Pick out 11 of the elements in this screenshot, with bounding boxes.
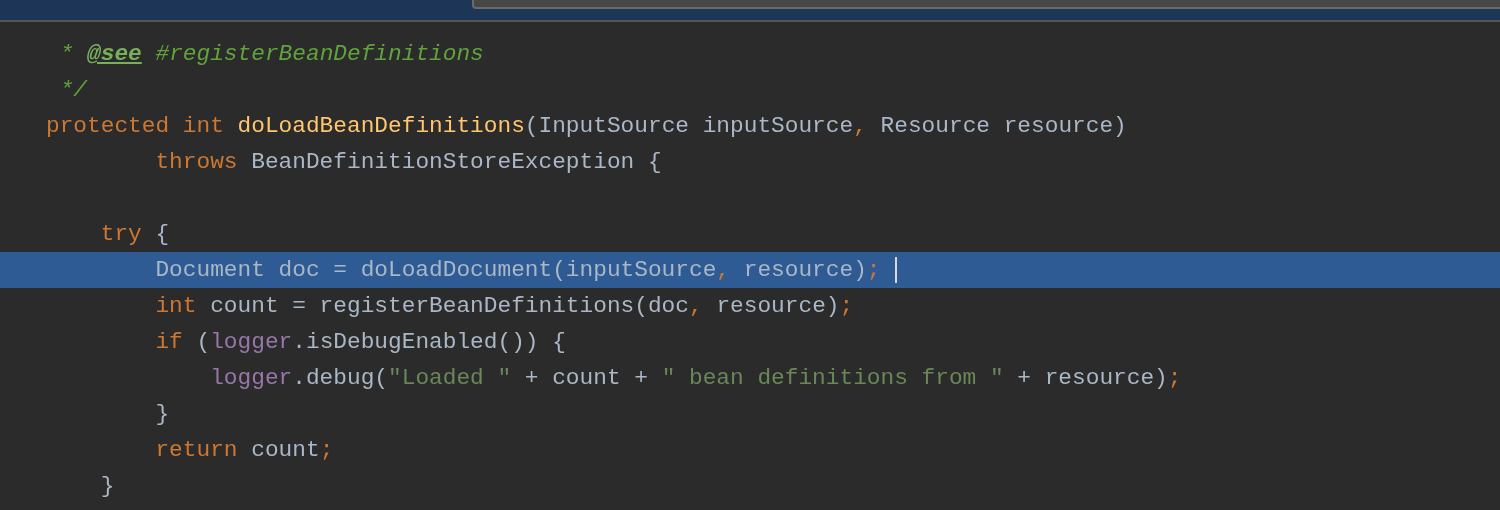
code-line: if (logger.isDebugEnabled()) { bbox=[154, 328, 567, 357]
code-line: try { bbox=[99, 220, 171, 249]
code-line: int count = registerBeanDefinitions(doc, resource); bbox=[154, 292, 855, 321]
code-line: } bbox=[154, 400, 171, 429]
code-line: } bbox=[99, 472, 116, 501]
code-line: protected int doLoadBeanDefinitions(InputSource inputSource, Resource resource) bbox=[45, 112, 1128, 141]
code-line: throws BeanDefinitionStoreException { bbox=[154, 148, 663, 177]
code-line: logger.debug("Loaded " + count + " bean definitions from " + resource); bbox=[209, 364, 1183, 393]
code-line: * @see #registerBeanDefinitions bbox=[58, 40, 485, 69]
code-line: return count; bbox=[154, 436, 335, 465]
code-line: */ bbox=[58, 76, 89, 105]
